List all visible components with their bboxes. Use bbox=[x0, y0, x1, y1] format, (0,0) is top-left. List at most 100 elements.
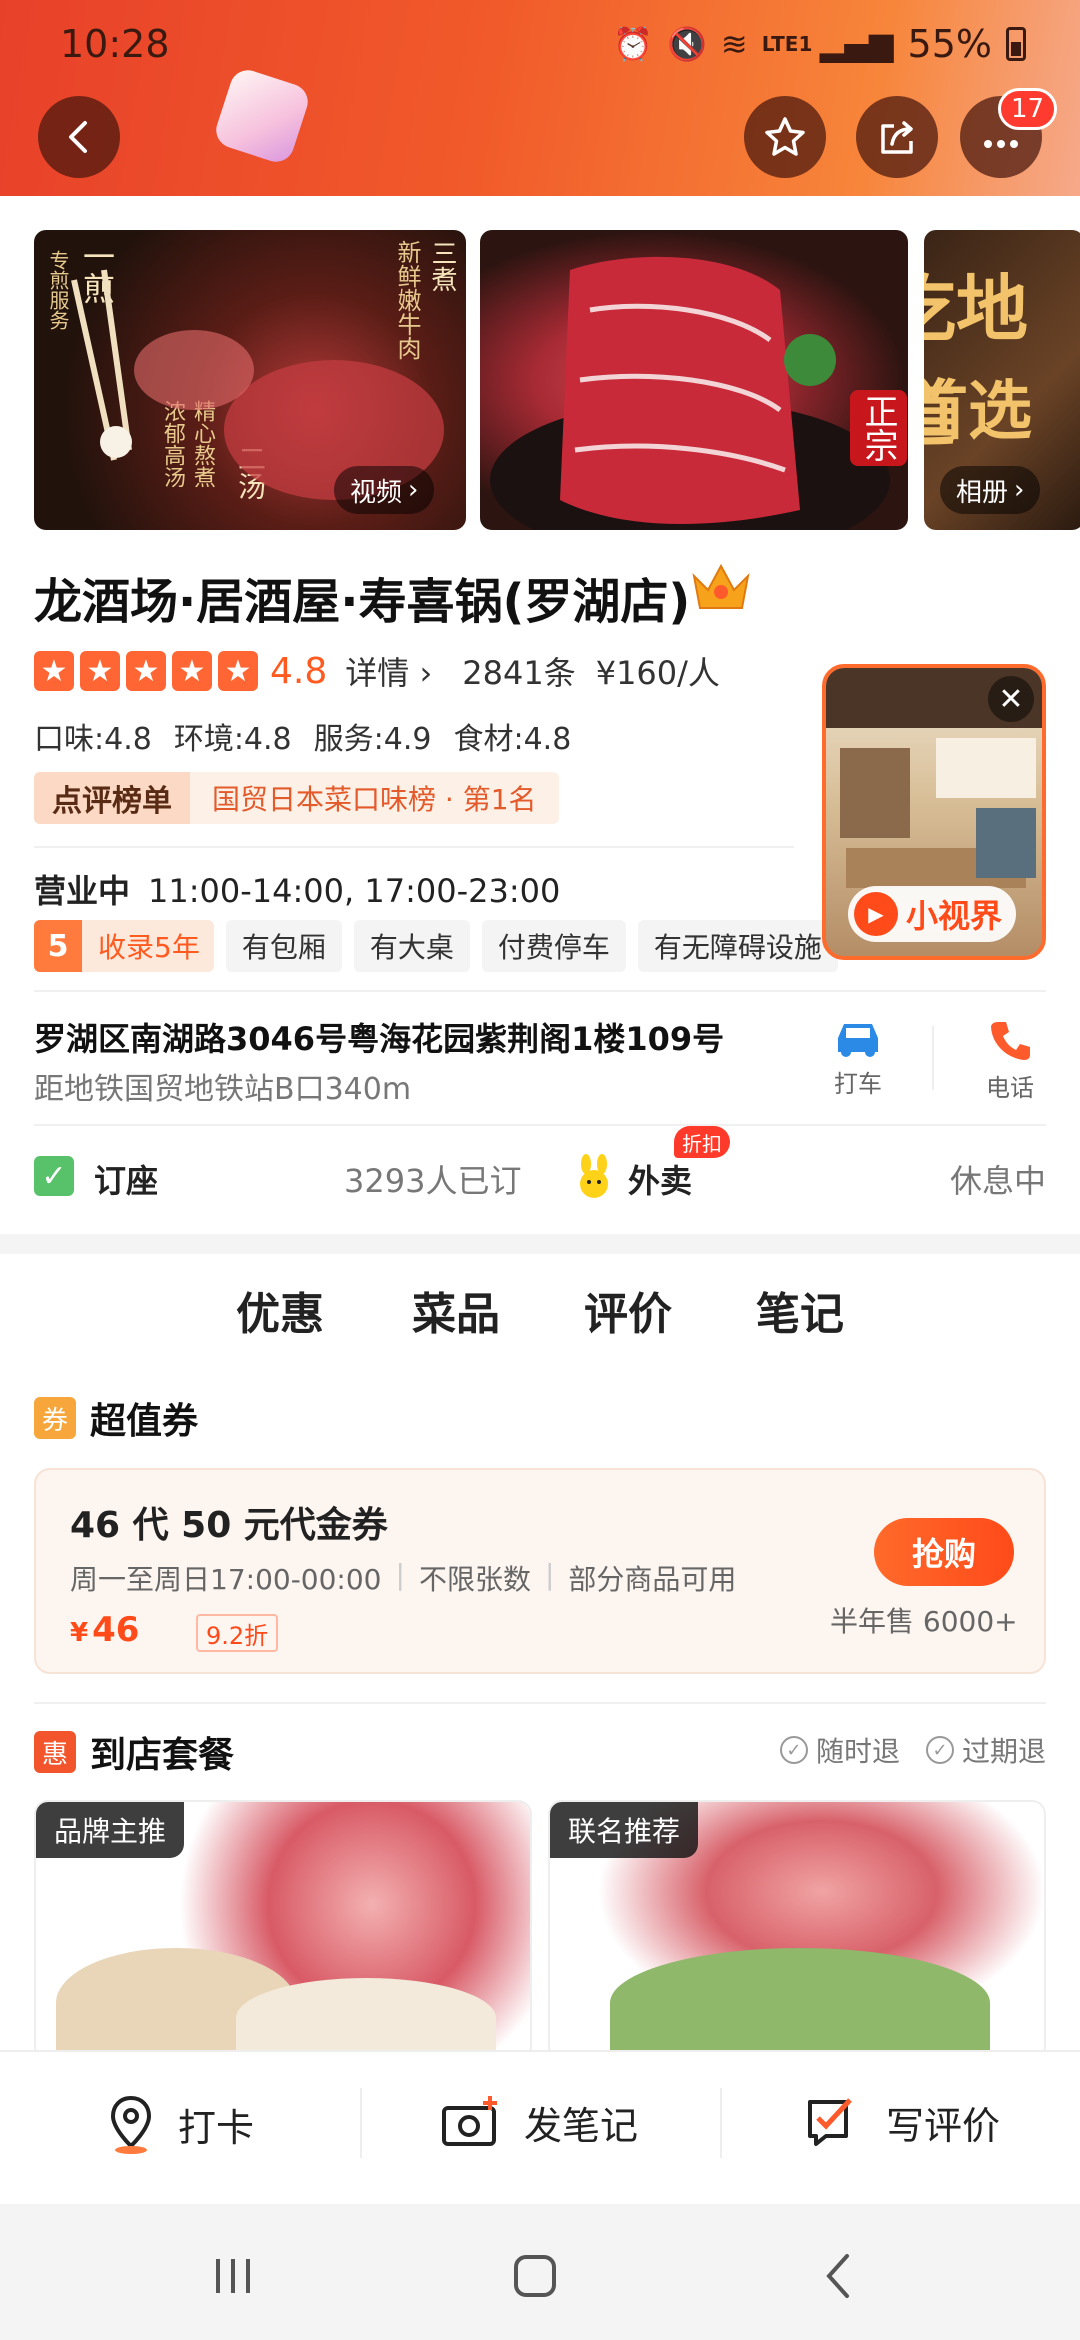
back-button[interactable] bbox=[38, 96, 120, 178]
chevron-right-icon: › bbox=[1014, 475, 1025, 505]
favorite-button[interactable] bbox=[744, 96, 826, 178]
coupon-price-value: 46 bbox=[92, 1610, 140, 1650]
phone-button[interactable]: 电话 bbox=[960, 1018, 1060, 1103]
checkin-button[interactable]: 打卡 bbox=[106, 2094, 254, 2154]
booking-label[interactable]: 订座 bbox=[94, 1156, 158, 1202]
subscores: 口味:4.8 环境:4.8 服务:4.9 食材:4.8 bbox=[34, 714, 571, 758]
status-time: 10:28 bbox=[60, 22, 170, 66]
price-per-person: ¥160/人 bbox=[595, 654, 720, 692]
write-review-button[interactable]: 写评价 bbox=[804, 2094, 1000, 2150]
takeout-status: 休息中 bbox=[949, 1162, 1046, 1200]
policy-label: 过期退 bbox=[961, 1735, 1046, 1768]
combo-card[interactable]: 联名推荐 bbox=[548, 1800, 1046, 2060]
home-icon bbox=[514, 2255, 556, 2297]
close-icon[interactable]: ✕ bbox=[988, 676, 1034, 722]
play-icon: ▶ bbox=[854, 892, 898, 936]
chevron-left-icon bbox=[69, 121, 87, 153]
video-tag-button[interactable]: 视频 › bbox=[334, 466, 435, 514]
subscore-service: 服务:4.9 bbox=[313, 722, 432, 757]
tab-dishes[interactable]: 菜品 bbox=[412, 1278, 500, 1342]
star-icon: ★ bbox=[172, 651, 212, 691]
years-listed-tag: 5 收录5年 bbox=[34, 920, 214, 972]
camera-plus-icon bbox=[442, 2096, 497, 2146]
buy-button[interactable]: 抢购 bbox=[874, 1518, 1014, 1586]
tab-notes[interactable]: 笔记 bbox=[756, 1278, 844, 1342]
beef-illustration bbox=[490, 256, 890, 530]
post-note-button[interactable]: 发笔记 bbox=[440, 2094, 638, 2150]
mini-video-label[interactable]: ▶ 小视界 bbox=[848, 886, 1017, 942]
combo-tag: 联名推荐 bbox=[550, 1802, 699, 1858]
hours-text: 11:00-14:00, 17:00-23:00 bbox=[148, 872, 561, 910]
checkin-label: 打卡 bbox=[178, 2105, 255, 2150]
combo-section-header: 惠 到店套餐 bbox=[34, 1726, 234, 1778]
mute-icon: 🔇 bbox=[667, 25, 707, 63]
system-back-button[interactable] bbox=[804, 2246, 874, 2306]
coupon-scope: 部分商品可用 bbox=[568, 1563, 737, 1596]
combo-card[interactable]: 品牌主推 bbox=[34, 1800, 532, 2060]
booking-check-icon: ✓ bbox=[34, 1156, 74, 1196]
chevron-right-icon: › bbox=[408, 475, 419, 505]
business-status: 营业中 bbox=[34, 872, 131, 910]
ranking-label: 点评榜单 bbox=[34, 772, 190, 824]
star-icon: ★ bbox=[80, 651, 120, 691]
currency-symbol: ¥ bbox=[70, 1618, 89, 1648]
policy-expiry-refund: ✓ 过期退 bbox=[925, 1730, 1046, 1770]
coupon-price: ¥46 bbox=[70, 1610, 139, 1650]
coupon-discount: 9.2折 bbox=[196, 1614, 279, 1652]
chevron-left-icon bbox=[826, 2254, 849, 2298]
photo-gallery[interactable]: 一煎 专煎服务 三煮 新鲜嫩牛肉 二汤 精心熬煮 浓郁高汤 正宗 bbox=[0, 230, 1080, 536]
store-address[interactable]: 罗湖区南湖路3046号粤海花园紫荆阁1楼109号 bbox=[34, 1014, 724, 1060]
car-icon bbox=[838, 1024, 878, 1057]
divider bbox=[360, 2088, 362, 2158]
battery-percent: 55% bbox=[907, 22, 992, 66]
booking-count: 3293人已订 bbox=[344, 1162, 522, 1200]
years-number: 5 bbox=[34, 920, 82, 972]
feature-tags: 5 收录5年 有包厢 有大桌 付费停车 有无障碍设施 bbox=[34, 920, 838, 972]
coupon-section-header: 券 超值券 bbox=[34, 1392, 198, 1444]
share-button[interactable] bbox=[856, 96, 938, 178]
gallery-photo-2[interactable]: 正宗 bbox=[480, 230, 908, 530]
check-circle-icon: ✓ bbox=[779, 1736, 808, 1764]
divider bbox=[34, 1702, 1046, 1704]
coupon-section-title: 超值券 bbox=[90, 1401, 199, 1442]
tag-large-table: 有大桌 bbox=[353, 920, 470, 972]
sold-count: 半年售 6000+ bbox=[830, 1605, 1018, 1638]
mini-video-player[interactable]: ✕ ▶ 小视界 bbox=[822, 664, 1046, 960]
status-bar: 10:28 ⏰ 🔇 ≋ LTE1 ▂▄▆ 55% bbox=[0, 0, 1080, 80]
star-icon: ★ bbox=[34, 651, 74, 691]
takeout-label[interactable]: 外卖 bbox=[628, 1156, 692, 1202]
crown-icon bbox=[692, 563, 750, 609]
review-count[interactable]: 2841条 bbox=[462, 648, 575, 694]
policy-anytime-refund: ✓ 随时退 bbox=[779, 1730, 900, 1770]
star-rating: ★ ★ ★ ★ ★ bbox=[34, 651, 258, 691]
home-button[interactable] bbox=[500, 2246, 570, 2306]
section-gap bbox=[0, 1234, 1080, 1254]
battery-icon bbox=[1006, 27, 1026, 61]
tab-reviews[interactable]: 评价 bbox=[584, 1278, 672, 1342]
wifi-icon: ≋ bbox=[720, 25, 748, 63]
tag-accessibility: 有无障碍设施 bbox=[637, 920, 838, 972]
booking-row: ✓ 订座 3293人已订 外卖 折扣 休息中 bbox=[34, 1126, 1046, 1204]
combo-section-title: 到店套餐 bbox=[90, 1735, 235, 1776]
notification-badge: 17 bbox=[998, 88, 1058, 130]
divider bbox=[34, 990, 1046, 992]
discount-badge: 折扣 bbox=[674, 1126, 730, 1158]
ranking-banner[interactable]: 点评榜单 国贸日本菜口味榜 · 第1名 bbox=[34, 772, 559, 824]
coupon-time: 周一至周日17:00-00:00 bbox=[70, 1563, 382, 1596]
divider bbox=[34, 1124, 1046, 1126]
business-hours[interactable]: 营业中 11:00-14:00, 17:00-23:00 bbox=[34, 866, 560, 912]
food-illustration bbox=[236, 1978, 496, 2058]
recent-apps-button[interactable] bbox=[198, 2246, 268, 2306]
divider bbox=[932, 1026, 934, 1090]
star-icon: ★ bbox=[218, 651, 258, 691]
coupon-icon: 券 bbox=[34, 1397, 76, 1439]
ranking-text: 国贸日本菜口味榜 · 第1名 bbox=[190, 772, 559, 824]
rating-detail-link[interactable]: 详情 › bbox=[345, 648, 432, 694]
tab-deals[interactable]: 优惠 bbox=[230, 1278, 330, 1346]
coupon-card[interactable]: 46 代 50 元代金券 周一至周日17:00-00:00 | 不限张数 | 部… bbox=[34, 1468, 1046, 1674]
taxi-button[interactable]: 打车 bbox=[808, 1018, 908, 1099]
album-tag-button[interactable]: 相册 › bbox=[940, 466, 1041, 514]
alarm-icon: ⏰ bbox=[613, 25, 654, 63]
combo-tag: 品牌主推 bbox=[36, 1802, 185, 1858]
tag-paid-parking: 付费停车 bbox=[481, 920, 626, 972]
